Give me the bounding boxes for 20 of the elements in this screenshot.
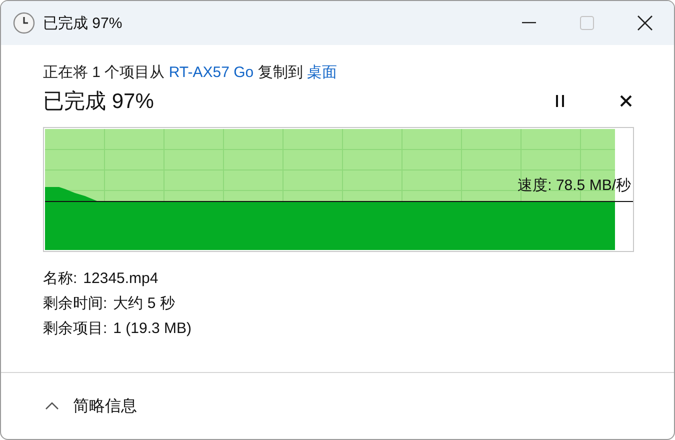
progress-heading: 已完成 97%: [43, 89, 155, 115]
detail-value: 大约 5 秒: [113, 294, 175, 314]
location-link[interactable]: 桌面: [306, 64, 337, 81]
clock-icon: [13, 12, 35, 34]
copy-status-text: 正在将 1 个项目从 RT-AX57 Go 复制到 桌面: [43, 63, 338, 83]
window-title: 已完成 97%: [43, 14, 124, 32]
chevron-icon: [45, 402, 59, 410]
close-icon: [620, 95, 632, 107]
detail-value: 1 (19.3 MB): [113, 319, 192, 339]
speed-label: 速度: 78.5 MB/秒: [518, 176, 631, 195]
details-toggle[interactable]: 简略信息: [45, 396, 137, 416]
detail-label: 剩余时间:: [43, 294, 108, 314]
detail-value: 12345.mp4: [83, 269, 158, 289]
detail-label: 名称:: [43, 269, 78, 289]
minimize-icon: [522, 22, 536, 24]
detail-label: 剩余项目:: [43, 319, 108, 339]
maximize-icon: [580, 16, 594, 30]
location-link[interactable]: RT-AX57 Go: [168, 64, 254, 81]
close-icon: [637, 15, 653, 31]
pause-icon: [556, 95, 564, 107]
